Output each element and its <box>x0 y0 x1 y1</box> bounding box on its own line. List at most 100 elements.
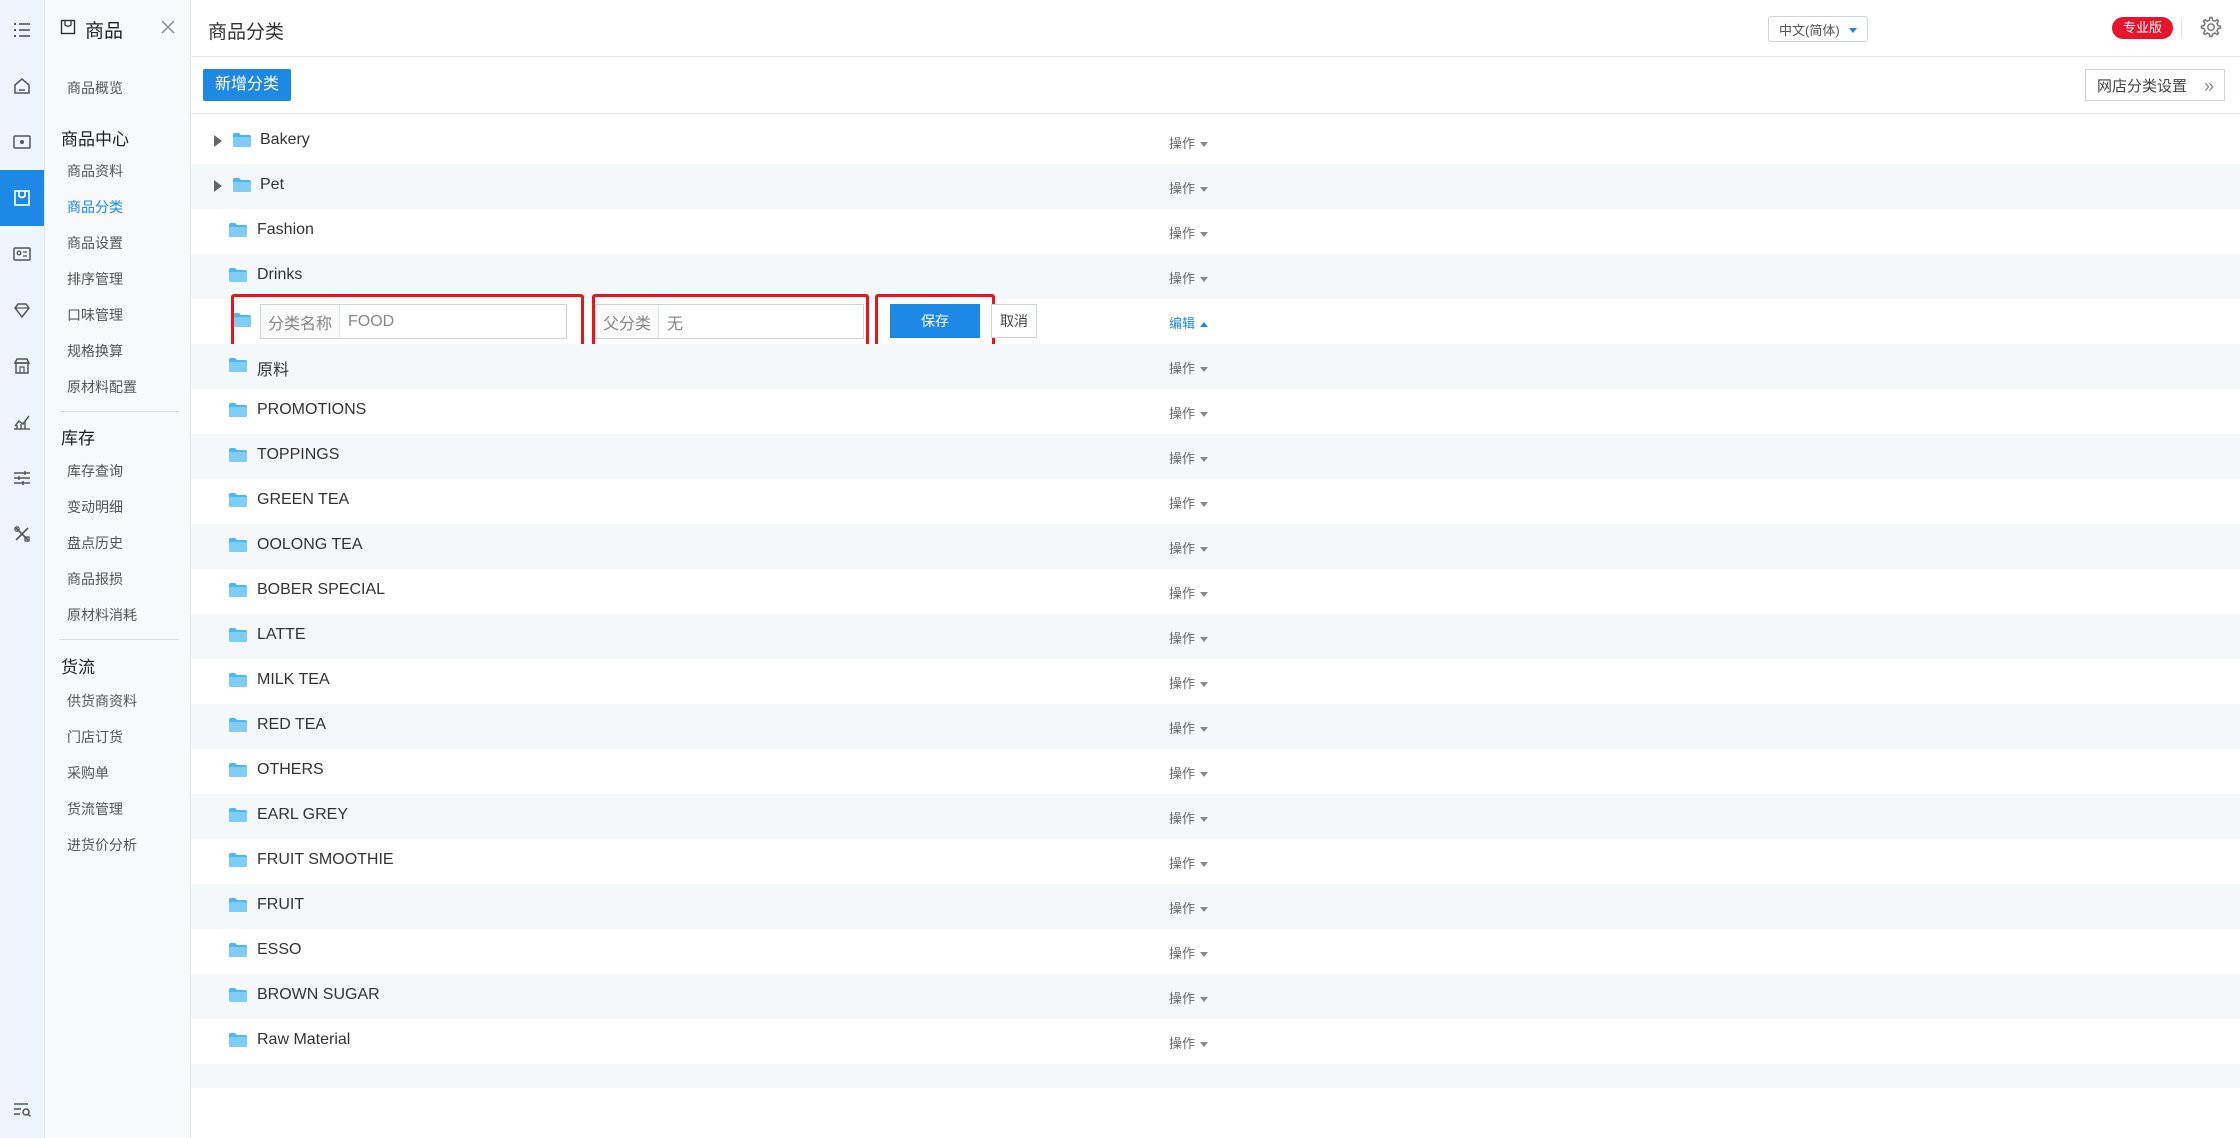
row-actions-dropdown[interactable]: 操作 <box>1169 943 1209 962</box>
category-row[interactable]: Pet 操作 <box>191 164 2240 209</box>
row-actions-dropdown[interactable]: 操作 <box>1169 403 1209 422</box>
page-header: 商品分类 中文(简体) 专业版 <box>191 0 2240 57</box>
category-row[interactable]: RED TEA 操作 <box>191 704 2240 749</box>
sidebar-item-inventory-query[interactable]: 库存查询 <box>67 461 123 481</box>
save-button[interactable]: 保存 <box>890 304 980 338</box>
screen-icon[interactable] <box>0 114 44 170</box>
category-row[interactable]: FRUIT SMOOTHIE 操作 <box>191 839 2240 884</box>
sidebar-item-stocktake-history[interactable]: 盘点历史 <box>67 533 123 553</box>
category-row[interactable]: OTHERS 操作 <box>191 749 2240 794</box>
sliders-icon[interactable] <box>0 450 44 506</box>
menu-list-icon[interactable] <box>0 2 44 58</box>
category-row[interactable]: Drinks 操作 <box>191 254 2240 299</box>
row-actions-label: 操作 <box>1169 676 1196 691</box>
sidebar-item-purchase-price-analysis[interactable]: 进货价分析 <box>67 835 137 855</box>
diamond-icon[interactable] <box>0 282 44 338</box>
category-row[interactable]: FRUIT 操作 <box>191 884 2240 929</box>
category-row[interactable]: ESSO 操作 <box>191 929 2240 974</box>
add-category-button[interactable]: 新增分类 <box>203 69 292 101</box>
folder-icon <box>229 583 247 597</box>
row-actions-dropdown[interactable]: 操作 <box>1169 358 1209 377</box>
caret-down-icon <box>1200 637 1209 643</box>
row-actions-dropdown[interactable]: 操作 <box>1169 268 1209 287</box>
tools-icon[interactable] <box>0 506 44 562</box>
icon-rail <box>0 0 45 1138</box>
home-icon[interactable] <box>0 58 44 114</box>
expand-arrow-icon[interactable] <box>214 135 222 147</box>
sidebar-item-overview[interactable]: 商品概览 <box>67 78 123 98</box>
sidebar-item-sort-management[interactable]: 排序管理 <box>67 269 123 289</box>
category-row[interactable]: BROWN SUGAR 操作 <box>191 974 2240 1019</box>
row-actions-dropdown[interactable]: 操作 <box>1169 628 1209 647</box>
row-actions-dropdown[interactable]: 操作 <box>1169 808 1209 827</box>
shop-icon[interactable] <box>0 338 44 394</box>
language-select[interactable]: 中文(简体) <box>1768 16 1868 42</box>
row-actions-dropdown[interactable]: 操作 <box>1169 898 1209 917</box>
row-actions-dropdown[interactable]: 操作 <box>1169 1033 1209 1052</box>
shop-category-settings-button[interactable]: 网店分类设置 » <box>2085 69 2225 101</box>
caret-down-icon <box>1200 862 1209 868</box>
row-actions-dropdown[interactable]: 操作 <box>1169 673 1209 692</box>
category-row[interactable]: 原料 操作 <box>191 344 2240 389</box>
cancel-button[interactable]: 取消 <box>991 304 1037 338</box>
chart-icon[interactable] <box>0 394 44 450</box>
sidebar-item-material-config[interactable]: 原材料配置 <box>67 377 137 397</box>
sidebar-item-change-details[interactable]: 变动明细 <box>67 497 123 517</box>
gear-icon[interactable] <box>2198 15 2222 39</box>
sidebar-item-supplier-info[interactable]: 供货商资料 <box>67 691 137 711</box>
row-actions-dropdown[interactable]: 操作 <box>1169 223 1209 242</box>
category-row[interactable]: Raw Material 操作 <box>191 1019 2240 1064</box>
sidebar-item-goods-category[interactable]: 商品分类 <box>67 197 123 217</box>
sidebar: 商品 商品概览 商品中心 商品资料 商品分类 商品设置 排序管理 口味管理 规格… <box>45 0 191 1138</box>
category-row[interactable]: LATTE 操作 <box>191 614 2240 659</box>
caret-down-icon <box>1200 592 1209 598</box>
category-row[interactable]: TOPPINGS 操作 <box>191 434 2240 479</box>
category-row[interactable]: GREEN TEA 操作 <box>191 479 2240 524</box>
category-row[interactable]: PROMOTIONS 操作 <box>191 389 2240 434</box>
row-actions-dropdown[interactable]: 操作 <box>1169 448 1209 467</box>
close-icon[interactable] <box>159 18 177 36</box>
category-row[interactable]: EARL GREY 操作 <box>191 794 2240 839</box>
sidebar-item-spec-conversion[interactable]: 规格换算 <box>67 341 123 361</box>
parent-category-field[interactable]: 父分类 <box>595 304 864 339</box>
category-name-field[interactable]: 分类名称 <box>260 304 567 339</box>
edition-badge: 专业版 <box>2112 17 2174 39</box>
parent-category-input[interactable] <box>659 305 863 338</box>
member-card-icon[interactable] <box>0 226 44 282</box>
sidebar-item-store-order[interactable]: 门店订货 <box>67 727 123 747</box>
folder-icon <box>229 223 247 237</box>
sidebar-item-goods-loss[interactable]: 商品报损 <box>67 569 123 589</box>
list-search-icon[interactable] <box>12 1100 32 1120</box>
category-row[interactable]: BOBER SPECIAL 操作 <box>191 569 2240 614</box>
row-actions-dropdown[interactable]: 操作 <box>1169 718 1209 737</box>
sidebar-item-goods-settings[interactable]: 商品设置 <box>67 233 123 253</box>
category-name-input[interactable] <box>340 305 566 338</box>
row-actions-dropdown[interactable]: 操作 <box>1169 133 1209 152</box>
category-row[interactable]: OOLONG TEA 操作 <box>191 524 2240 569</box>
row-actions-dropdown[interactable]: 操作 <box>1169 493 1209 512</box>
sidebar-item-material-consumption[interactable]: 原材料消耗 <box>67 605 137 625</box>
row-actions-dropdown[interactable]: 操作 <box>1169 853 1209 872</box>
folder-icon <box>229 448 247 462</box>
caret-down-icon <box>1200 952 1209 958</box>
row-edit-toggle[interactable]: 编辑 <box>1169 313 1209 332</box>
category-row[interactable]: MILK TEA 操作 <box>191 659 2240 704</box>
category-row[interactable]: Fashion 操作 <box>191 209 2240 254</box>
row-actions-dropdown[interactable]: 操作 <box>1169 583 1209 602</box>
sidebar-item-flavor-management[interactable]: 口味管理 <box>67 305 123 325</box>
category-name: GREEN TEA <box>257 491 350 508</box>
folder-icon <box>229 1033 247 1047</box>
category-name: Raw Material <box>257 1031 351 1048</box>
sidebar-item-goods-info[interactable]: 商品资料 <box>67 161 123 181</box>
row-actions-dropdown[interactable]: 操作 <box>1169 763 1209 782</box>
row-actions-dropdown[interactable]: 操作 <box>1169 988 1209 1007</box>
row-actions-dropdown[interactable]: 操作 <box>1169 538 1209 557</box>
sidebar-item-logistics-management[interactable]: 货流管理 <box>67 799 123 819</box>
category-name: FRUIT <box>257 896 305 913</box>
row-actions-dropdown[interactable]: 操作 <box>1169 178 1209 197</box>
sidebar-item-purchase-order[interactable]: 采购单 <box>67 763 109 783</box>
expand-arrow-icon[interactable] <box>214 180 222 192</box>
goods-icon[interactable] <box>0 170 44 226</box>
category-row[interactable]: Bakery 操作 <box>191 119 2240 164</box>
folder-icon <box>229 898 247 912</box>
